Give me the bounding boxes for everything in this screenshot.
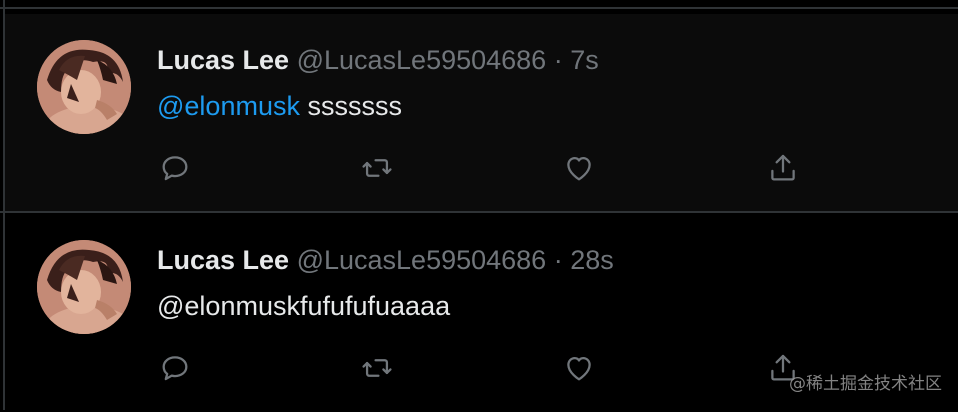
feed-top-border bbox=[0, 7, 958, 9]
tweet-header: Lucas Lee @LucasLe59504686 · 7s bbox=[157, 42, 599, 78]
retweet-icon bbox=[360, 351, 394, 390]
reply-button[interactable] bbox=[155, 350, 195, 390]
tweet-timestamp[interactable]: 7s bbox=[570, 45, 599, 75]
mention-link[interactable]: @elonmusk bbox=[157, 91, 300, 121]
header-separator: · bbox=[553, 45, 563, 75]
watermark: @稀土掘金技术社区 bbox=[789, 374, 942, 394]
like-button[interactable] bbox=[559, 150, 599, 190]
heart-icon bbox=[562, 351, 596, 390]
author-display-name[interactable]: Lucas Lee bbox=[157, 245, 289, 275]
tweet-body: sssssss bbox=[299, 91, 402, 121]
reply-icon bbox=[158, 151, 192, 190]
tweet-header: Lucas Lee @LucasLe59504686 · 28s bbox=[157, 242, 614, 278]
tweet-actions bbox=[5, 150, 958, 190]
like-button[interactable] bbox=[559, 350, 599, 390]
tweet-divider bbox=[0, 211, 958, 213]
author-display-name[interactable]: Lucas Lee bbox=[157, 45, 289, 75]
header-separator: · bbox=[553, 245, 563, 275]
reply-icon bbox=[158, 351, 192, 390]
avatar[interactable] bbox=[37, 240, 131, 334]
share-icon bbox=[766, 151, 800, 190]
retweet-icon bbox=[360, 151, 394, 190]
share-button[interactable] bbox=[763, 150, 803, 190]
author-handle[interactable]: @LucasLe59504686 bbox=[297, 245, 547, 275]
tweet-card[interactable]: Lucas Lee @LucasLe59504686 · 7s @elonmus… bbox=[5, 14, 958, 212]
retweet-button[interactable] bbox=[357, 350, 397, 390]
tweet-body: @elonmuskfufufufuaaaa bbox=[157, 291, 451, 321]
avatar[interactable] bbox=[37, 40, 131, 134]
tweet-text: @elonmusk sssssss bbox=[157, 88, 402, 124]
retweet-button[interactable] bbox=[357, 150, 397, 190]
reply-button[interactable] bbox=[155, 150, 195, 190]
heart-icon bbox=[562, 151, 596, 190]
author-handle[interactable]: @LucasLe59504686 bbox=[297, 45, 547, 75]
tweet-feed: Lucas Lee @LucasLe59504686 · 7s @elonmus… bbox=[0, 0, 958, 412]
tweet-timestamp[interactable]: 28s bbox=[570, 245, 614, 275]
tweet-text: @elonmuskfufufufuaaaa bbox=[157, 288, 450, 324]
